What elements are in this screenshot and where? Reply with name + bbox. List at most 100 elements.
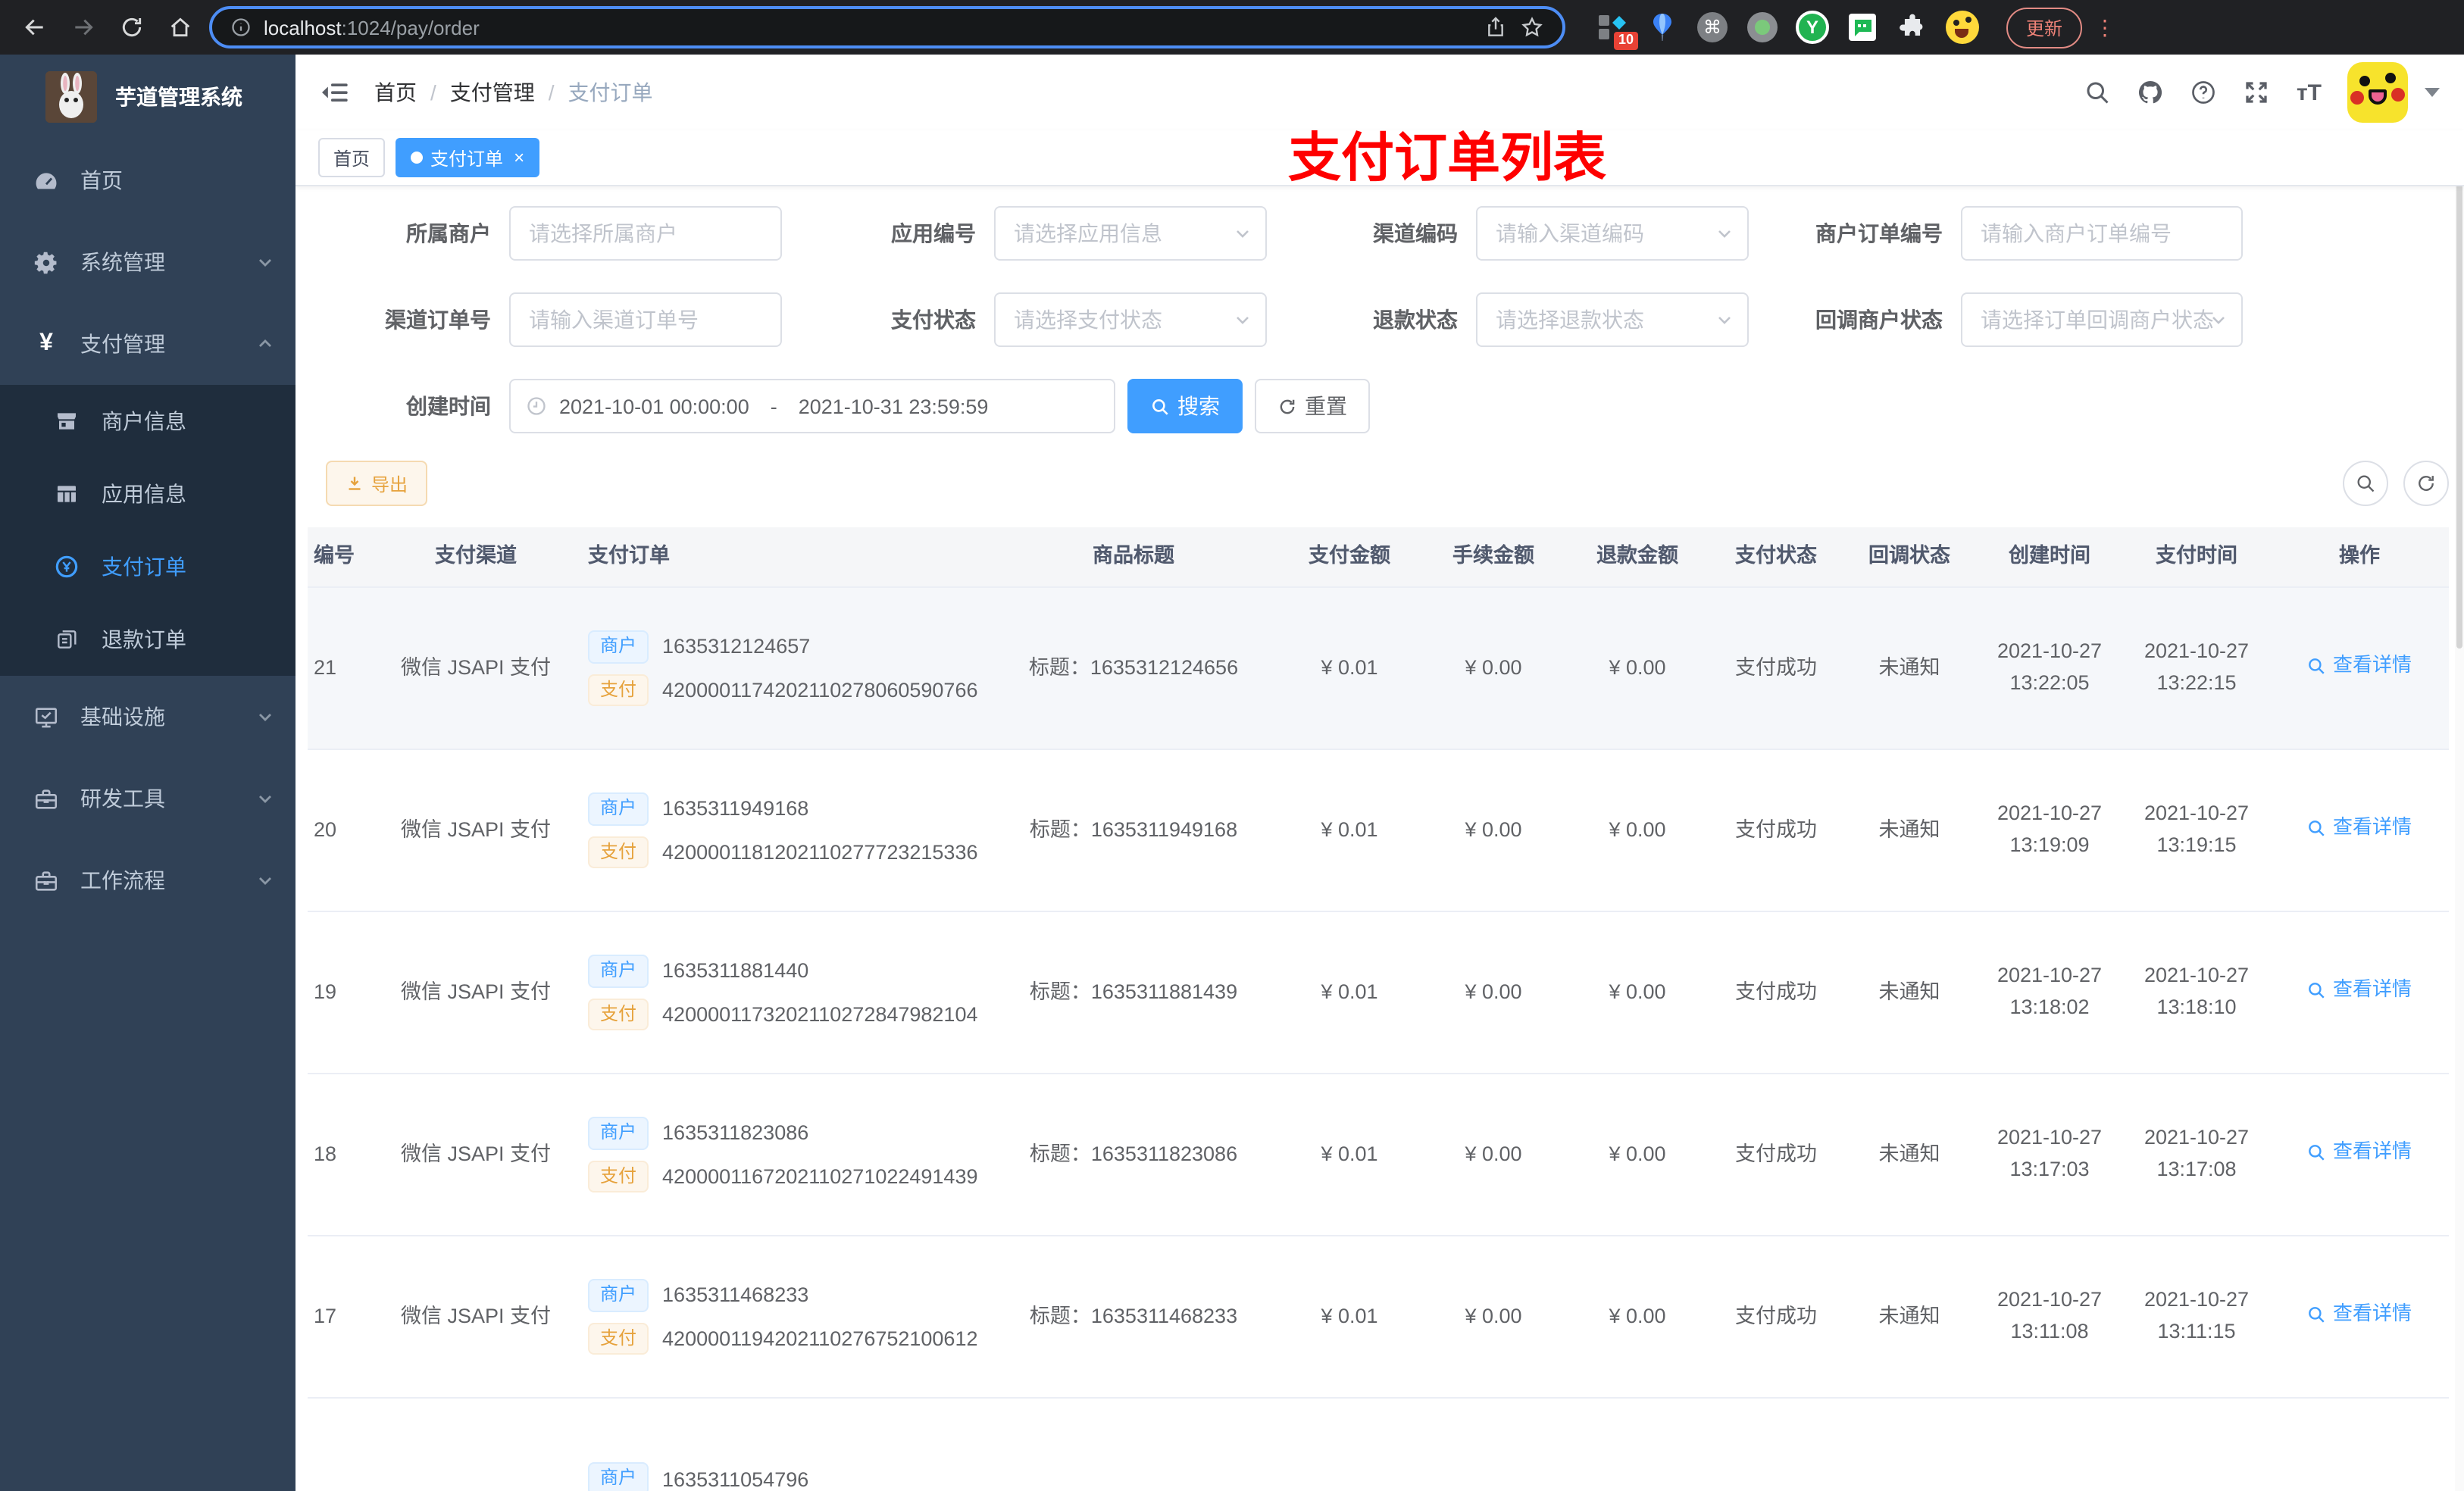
bookmark-star-icon[interactable] — [1520, 15, 1544, 39]
magnifier-icon — [2309, 1144, 2325, 1161]
extension-emoji-icon[interactable] — [1946, 11, 1979, 44]
merchant-select[interactable] — [509, 206, 782, 261]
payment-submenu: 商户信息 应用信息 支付订单 退款订单 — [0, 385, 295, 676]
chevron-down-icon — [256, 253, 274, 271]
cell-actions: 查看详情 — [2270, 813, 2449, 849]
caret-down-icon[interactable] — [2425, 88, 2440, 97]
channel-order-no-input[interactable] — [509, 292, 782, 347]
sidebar-item-infra[interactable]: 基础设施 — [0, 676, 295, 758]
sidebar: 芋道管理系统 首页 系统管理 ¥ 支付管理 商户信息 应用信息 支付订单 退款订… — [0, 55, 295, 1491]
sidebar-item-refund-order[interactable]: 退款订单 — [0, 603, 295, 676]
cell-amount: ¥ 0.01 — [1321, 1304, 1378, 1327]
page-content: 所属商户 应用编号 渠道编码 商户订单编号 — [295, 186, 2464, 1491]
view-detail-link[interactable]: 查看详情 — [2307, 1137, 2412, 1167]
cell-fee: ¥ 0.00 — [1465, 817, 1522, 841]
cell-status: 支付成功 — [1735, 980, 1817, 1003]
app-select[interactable] — [994, 206, 1267, 261]
show-search-icon[interactable] — [2343, 461, 2388, 506]
sidebar-item-dev-tools[interactable]: 研发工具 — [0, 758, 295, 839]
extension-command-icon[interactable]: ⌘ — [1696, 11, 1729, 44]
browser-home-icon[interactable] — [161, 8, 200, 47]
merchant-order-no-input[interactable] — [1961, 206, 2243, 261]
sidebar-item-payment[interactable]: ¥ 支付管理 — [0, 303, 295, 385]
scrollbar-thumb[interactable] — [2456, 148, 2462, 649]
monitor-icon — [33, 704, 59, 730]
cell-fee: ¥ 0.00 — [1465, 980, 1522, 1003]
view-detail-link[interactable]: 查看详情 — [2307, 651, 2412, 681]
extensions-puzzle-icon[interactable] — [1896, 11, 1929, 44]
documents-icon — [55, 627, 79, 652]
merchant-tag: 商户 — [588, 954, 649, 987]
tab-home[interactable]: 首页 — [318, 138, 386, 177]
browser-update-button[interactable]: 更新 — [2006, 7, 2083, 48]
github-icon[interactable] — [2137, 79, 2165, 106]
sidebar-item-app-info[interactable]: 应用信息 — [0, 458, 295, 530]
cell-id: 21 — [314, 655, 337, 679]
magnifier-icon — [2309, 1306, 2325, 1323]
extension-balloon-icon[interactable] — [1646, 11, 1679, 44]
cell-actions: 查看详情 — [2270, 1299, 2449, 1335]
main-area: 支付订单列表 首页 / 支付管理 / 支付订单 ᴛT 首页 支付订单 × 所属商… — [295, 55, 2464, 1491]
cell-refund: ¥ 0.00 — [1609, 980, 1666, 1003]
refund-status-select[interactable] — [1476, 292, 1749, 347]
browser-reload-icon[interactable] — [112, 8, 152, 47]
tab-pay-order[interactable]: 支付订单 × — [396, 138, 540, 177]
pay-status-select[interactable] — [994, 292, 1267, 347]
sidebar-item-workflow[interactable]: 工作流程 — [0, 839, 295, 921]
share-icon[interactable] — [1484, 15, 1508, 39]
extension-tiles-icon[interactable]: 10 — [1596, 11, 1638, 50]
view-detail-link[interactable]: 查看详情 — [2307, 1299, 2412, 1330]
browser-forward-icon[interactable] — [64, 8, 103, 47]
search-button[interactable]: 搜索 — [1127, 379, 1243, 433]
sidebar-fold-icon[interactable] — [320, 77, 350, 108]
create-time-range-picker[interactable]: 2021-10-01 00:00:00 - 2021-10-31 23:59:5… — [509, 379, 1115, 433]
cell-notify: 未通知 — [1878, 1142, 1940, 1165]
cell-id: 17 — [314, 1304, 337, 1327]
channel-code-select[interactable] — [1476, 206, 1749, 261]
refresh-icon[interactable] — [2403, 461, 2449, 506]
address-bar[interactable]: localhost:1024/pay/order — [209, 6, 1565, 48]
site-info-icon[interactable] — [230, 17, 252, 38]
cell-pay-order: 商户 1635311881440 支付 42000011732021102728… — [558, 944, 990, 1041]
sidebar-item-merchant-info[interactable]: 商户信息 — [0, 385, 295, 458]
notify-status-select[interactable] — [1961, 292, 2243, 347]
merchant-no-line: 商户 1635311468233 — [588, 1278, 990, 1311]
magnifier-icon — [2309, 820, 2325, 836]
sidebar-item-home[interactable]: 首页 — [0, 139, 295, 221]
export-button[interactable]: 导出 — [326, 461, 428, 506]
view-detail-link[interactable]: 查看详情 — [2307, 975, 2412, 1005]
table-tools — [2343, 461, 2449, 506]
app-title: 芋道管理系统 — [115, 85, 242, 109]
breadcrumb-home[interactable]: 首页 — [374, 77, 417, 108]
sidebar-item-system[interactable]: 系统管理 — [0, 221, 295, 303]
filter-row-2: 渠道订单号 支付状态 退款状态 回调商户状态 — [308, 292, 2464, 347]
cell-pay-order: 商户 1635311823086 支付 42000011672021102710… — [558, 1106, 990, 1203]
cell-refund: ¥ 0.00 — [1609, 817, 1666, 841]
page-scrollbar[interactable] — [2455, 130, 2464, 1491]
extension-chat-icon[interactable] — [1846, 11, 1879, 44]
app-logo[interactable]: 芋道管理系统 — [0, 55, 295, 139]
close-icon[interactable]: × — [514, 147, 524, 168]
fullscreen-icon[interactable] — [2244, 79, 2271, 106]
browser-back-icon[interactable] — [15, 8, 55, 47]
extension-y-icon[interactable]: Y — [1796, 11, 1829, 44]
help-icon[interactable] — [2190, 79, 2218, 106]
sidebar-item-pay-order[interactable]: 支付订单 — [0, 530, 295, 603]
magnifier-icon — [2309, 982, 2325, 999]
browser-menu-icon[interactable]: ⋮ — [2091, 14, 2122, 40]
breadcrumb-payment[interactable]: 支付管理 — [450, 77, 535, 108]
cell-refund: ¥ 0.00 — [1609, 1142, 1666, 1165]
toolbox-icon — [33, 786, 59, 811]
user-avatar[interactable] — [2347, 62, 2408, 123]
pay-no-line: 支付 4200001181202110277723215336 — [588, 836, 990, 869]
view-detail-link[interactable]: 查看详情 — [2307, 813, 2412, 843]
cell-channel: 微信 JSAPI 支付 — [400, 1142, 551, 1165]
font-size-icon[interactable]: ᴛT — [2297, 80, 2322, 105]
cell-amount: ¥ 0.01 — [1321, 980, 1378, 1003]
reset-button[interactable]: 重置 — [1255, 379, 1370, 433]
search-icon[interactable] — [2084, 79, 2112, 106]
cell-amount: ¥ 0.01 — [1321, 1142, 1378, 1165]
extension-dot-icon[interactable] — [1746, 11, 1779, 44]
range-start: 2021-10-01 00:00:00 — [559, 395, 749, 417]
cell-pay-order: 商户 1635311949168 支付 42000011812021102777… — [558, 782, 990, 879]
